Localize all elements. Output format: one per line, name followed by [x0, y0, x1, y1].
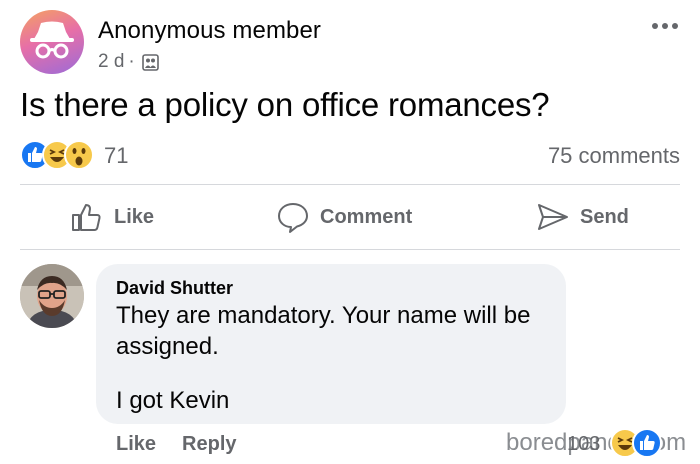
post-text: Is there a policy on office romances? [20, 86, 550, 123]
send-label: Send [580, 205, 629, 228]
send-button[interactable]: Send [536, 188, 629, 246]
reaction-icons[interactable] [20, 140, 100, 170]
like-reaction-icon [632, 428, 662, 458]
comment-like-button[interactable]: Like [116, 433, 156, 456]
thumbs-up-icon [72, 204, 101, 231]
post-actions: Like Comment Send [20, 188, 680, 246]
group-icon [141, 53, 159, 71]
comment-author[interactable]: David Shutter [116, 278, 233, 299]
comment-button[interactable]: Comment [276, 188, 412, 246]
send-icon [538, 204, 568, 230]
comment-actions: Like Reply [116, 433, 237, 456]
reaction-count[interactable]: 71 [104, 143, 128, 169]
post-meta: 2 d · [98, 51, 159, 73]
commenter-avatar[interactable] [20, 264, 84, 328]
reactions-summary: 71 75 comments [20, 140, 680, 170]
comments-count[interactable]: 75 comments [548, 143, 680, 169]
profile-photo [20, 264, 84, 328]
post-time[interactable]: 2 d [98, 51, 124, 73]
divider-bottom [20, 249, 680, 250]
more-dots-icon[interactable] [650, 16, 680, 36]
incognito-icon [30, 21, 74, 59]
post-author[interactable]: Anonymous member [98, 17, 321, 45]
comment-reply-button[interactable]: Reply [182, 433, 236, 456]
comment-text-second: I got Kevin [116, 387, 230, 414]
comment-bubble-icon [278, 203, 308, 233]
like-button[interactable]: Like [70, 188, 154, 246]
anonymous-avatar[interactable] [20, 10, 84, 74]
like-label: Like [114, 205, 155, 228]
comment-bubble[interactable]: David Shutter They are mandatory. Your n… [96, 264, 566, 424]
meta-separator: · [128, 51, 135, 72]
post-header: Anonymous member 2 d · [20, 10, 680, 76]
wow-reaction-icon [64, 140, 94, 170]
comment-reaction-icons[interactable] [610, 428, 690, 458]
divider-top [20, 184, 680, 185]
comment-text: They are mandatory. Your name will be as… [116, 302, 531, 360]
comment-reaction-count[interactable]: 103 [567, 433, 600, 456]
comment-label: Comment [320, 205, 413, 228]
